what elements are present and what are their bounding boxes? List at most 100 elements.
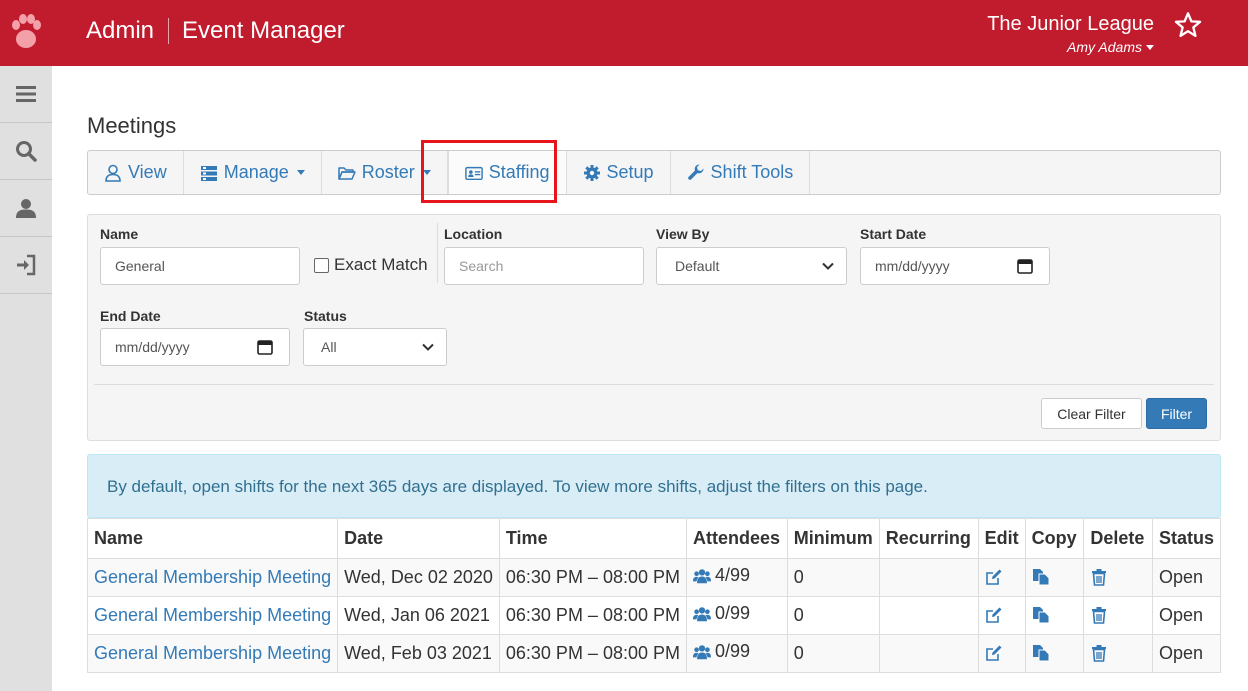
- caret-down-icon: [296, 170, 305, 175]
- view-button[interactable]: View: [88, 151, 184, 194]
- delete-cell: [1083, 596, 1153, 635]
- calendar-icon[interactable]: [1017, 258, 1033, 274]
- app-brand[interactable]: Admin Event Manager: [86, 17, 345, 45]
- clear-filter-button[interactable]: Clear Filter: [1041, 398, 1142, 429]
- location-filter-label: Location: [444, 226, 503, 242]
- table-row: General Membership Meeting Wed, Jan 06 2…: [86, 596, 1222, 635]
- copy-cell: [1024, 596, 1085, 635]
- column-header-date[interactable]: Date: [337, 518, 500, 559]
- filter-button[interactable]: Filter: [1146, 398, 1207, 429]
- view-label: View: [128, 162, 167, 182]
- minimum-value: 0: [786, 596, 880, 635]
- user-menu[interactable]: Amy Adams: [1067, 39, 1154, 55]
- folder-open-icon: [338, 166, 356, 180]
- trash-icon[interactable]: [1090, 568, 1108, 586]
- start-date-label: Start Date: [860, 226, 927, 242]
- meeting-name-cell: General Membership Meeting: [86, 634, 339, 673]
- view-by-select[interactable]: Default: [656, 247, 847, 285]
- shift-tools-button[interactable]: Shift Tools: [671, 151, 811, 194]
- admin-label: Admin: [86, 17, 155, 44]
- meeting-date: Wed, Feb 03 2021: [337, 634, 500, 673]
- attendees-count: 0/99: [715, 641, 751, 662]
- copy-icon[interactable]: [1032, 568, 1050, 586]
- copy-icon[interactable]: [1032, 644, 1050, 662]
- organization-name: The Junior League: [987, 13, 1154, 35]
- edit-cell: [977, 634, 1026, 673]
- menu-icon: [16, 86, 36, 102]
- app-title: Event Manager: [182, 17, 345, 44]
- minimum-value: 0: [786, 634, 880, 673]
- sign-in-icon: [17, 254, 36, 276]
- meeting-name-cell: General Membership Meeting: [86, 596, 339, 635]
- trash-icon[interactable]: [1090, 606, 1108, 624]
- end-date-label: End Date: [100, 308, 161, 324]
- column-header-recurring[interactable]: Recurring: [878, 518, 979, 559]
- edit-icon[interactable]: [985, 568, 1003, 586]
- filter-footer-divider: [94, 384, 1214, 385]
- table-row: General Membership Meeting Wed, Feb 03 2…: [86, 634, 1222, 673]
- chevron-down-icon: [422, 343, 434, 351]
- meeting-time: 06:30 PM – 08:00 PM: [498, 596, 688, 635]
- gear-icon: [583, 164, 600, 181]
- users-icon: [693, 569, 711, 583]
- column-header-attendees[interactable]: Attendees: [686, 518, 788, 559]
- status-select[interactable]: All: [303, 328, 447, 366]
- paw-logo-icon[interactable]: [10, 14, 42, 50]
- attendees-link[interactable]: 0/99: [693, 641, 750, 662]
- sidebar-menu-button[interactable]: [0, 66, 52, 123]
- attendees-count: 4/99: [715, 565, 751, 586]
- edit-icon[interactable]: [985, 606, 1003, 624]
- page-title: Meetings: [87, 113, 177, 138]
- status-value: Open: [1151, 596, 1222, 635]
- edit-icon[interactable]: [985, 644, 1003, 662]
- column-header-name[interactable]: Name: [86, 518, 339, 559]
- meeting-name-link[interactable]: General Membership Meeting: [94, 643, 331, 663]
- name-filter-input[interactable]: General: [100, 247, 300, 285]
- copy-icon[interactable]: [1032, 606, 1050, 624]
- roster-label: Roster: [361, 162, 415, 182]
- column-header-edit: Edit: [977, 518, 1026, 559]
- exact-match-checkbox[interactable]: Exact Match: [314, 255, 428, 275]
- chevron-down-icon: [822, 262, 834, 270]
- start-date-placeholder: mm/dd/yyyy: [875, 258, 950, 274]
- sidebar-user-button[interactable]: [0, 180, 52, 237]
- manage-dropdown[interactable]: Manage: [184, 151, 322, 194]
- filters-panel: Name General Exact Match Location Search…: [87, 214, 1221, 441]
- meeting-name-cell: General Membership Meeting: [86, 558, 339, 597]
- column-header-time[interactable]: Time: [498, 518, 688, 559]
- recurring-value: [878, 558, 979, 597]
- trash-icon[interactable]: [1090, 644, 1108, 662]
- attendees-cell: 0/99: [686, 596, 788, 635]
- meeting-time: 06:30 PM – 08:00 PM: [498, 634, 688, 673]
- attendees-cell: 0/99: [686, 634, 788, 673]
- status-select-value: All: [321, 339, 337, 355]
- brand-divider: [168, 18, 170, 44]
- column-header-delete: Delete: [1083, 518, 1153, 559]
- search-icon: [16, 141, 37, 162]
- user-icon: [16, 199, 36, 218]
- meeting-name-link[interactable]: General Membership Meeting: [94, 605, 331, 625]
- sidebar-search-button[interactable]: [0, 123, 52, 180]
- table-row: General Membership Meeting Wed, Dec 02 2…: [86, 558, 1222, 597]
- tasks-icon: [200, 165, 217, 181]
- star-icon[interactable]: [1174, 11, 1202, 39]
- column-header-copy: Copy: [1024, 518, 1085, 559]
- attendees-link[interactable]: 0/99: [693, 603, 750, 624]
- meeting-date: Wed, Dec 02 2020: [337, 558, 500, 597]
- column-header-status[interactable]: Status: [1151, 518, 1222, 559]
- info-alert: By default, open shifts for the next 365…: [87, 454, 1221, 518]
- meeting-date: Wed, Jan 06 2021: [337, 596, 500, 635]
- view-by-label: View By: [656, 226, 710, 242]
- view-by-value: Default: [675, 258, 720, 274]
- copy-cell: [1024, 634, 1085, 673]
- location-search-input[interactable]: Search: [444, 247, 644, 285]
- start-date-input[interactable]: mm/dd/yyyy: [860, 247, 1050, 285]
- attendees-link[interactable]: 4/99: [693, 565, 750, 586]
- setup-button[interactable]: Setup: [567, 151, 671, 194]
- meeting-time: 06:30 PM – 08:00 PM: [498, 558, 688, 597]
- end-date-input[interactable]: mm/dd/yyyy: [100, 328, 290, 366]
- column-header-minimum[interactable]: Minimum: [786, 518, 880, 559]
- calendar-icon[interactable]: [257, 339, 273, 355]
- sidebar-sign-in-button[interactable]: [0, 237, 52, 294]
- meeting-name-link[interactable]: General Membership Meeting: [94, 567, 331, 587]
